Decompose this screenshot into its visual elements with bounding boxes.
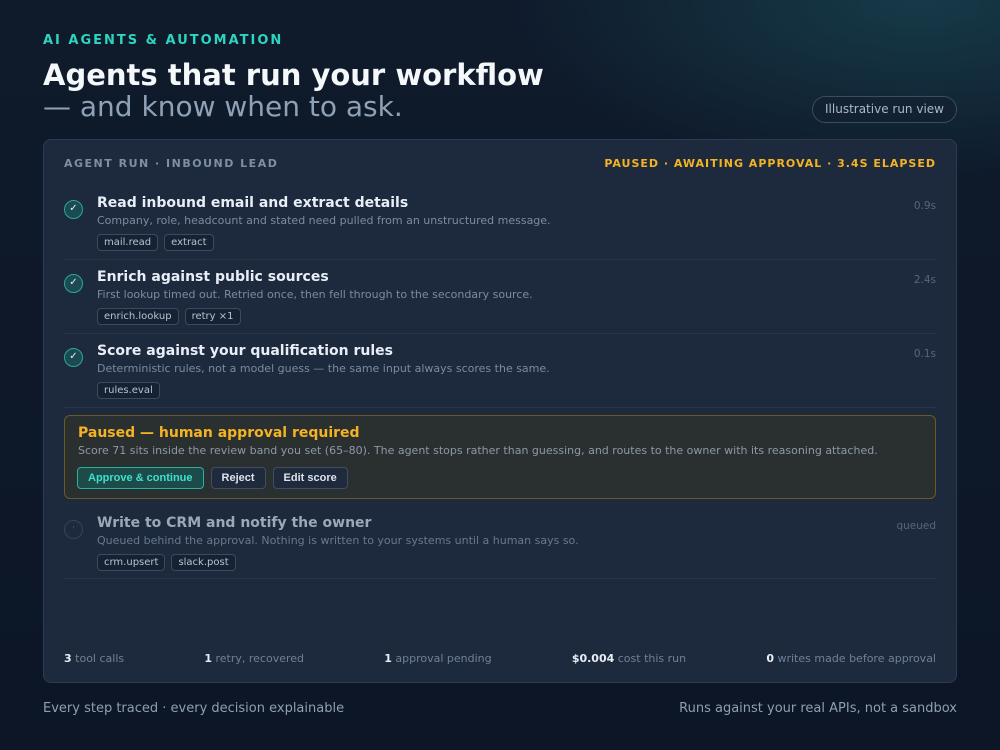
edit-score-button[interactable]: Edit score <box>272 467 348 489</box>
pending-dot-icon: · <box>64 520 83 539</box>
check-icon: ✓ <box>64 274 83 293</box>
step-title: Enrich against public sources <box>97 269 329 285</box>
step-title: Score against your qualification rules <box>97 343 393 359</box>
approval-actions: Approve & continue Reject Edit score <box>77 467 348 489</box>
stat-approvals: 1 approval pending <box>384 652 492 665</box>
page-title: Agents that run your workflow <box>43 58 544 92</box>
step-item-queued[interactable]: · Write to CRM and notify the owner Queu… <box>64 515 936 579</box>
stat-retries: 1 retry, recovered <box>204 652 305 665</box>
tool-tag: crm.upsert <box>97 554 166 571</box>
run-stats: 3 tool calls 1 retry, recovered 1 approv… <box>64 652 936 665</box>
step-item[interactable]: ✓ Read inbound email and extract details… <box>64 195 936 260</box>
run-label: AGENT RUN · INBOUND LEAD <box>64 157 279 170</box>
step-description: Company, role, headcount and stated need… <box>97 214 551 227</box>
step-tags: mail.read extract <box>97 234 214 251</box>
tool-tag: extract <box>164 234 214 251</box>
illustrative-badge: Illustrative run view <box>812 96 957 123</box>
step-tags: rules.eval <box>97 382 160 399</box>
step-title: Write to CRM and notify the owner <box>97 515 372 531</box>
step-title: Read inbound email and extract details <box>97 195 409 211</box>
stat-cost: $0.004 cost this run <box>571 652 687 665</box>
approval-title: Paused — human approval required <box>78 425 360 441</box>
step-description: First lookup timed out. Retried once, th… <box>97 288 533 301</box>
step-status: queued <box>896 520 936 532</box>
tool-tag: retry ×1 <box>184 308 241 325</box>
step-duration: 0.1s <box>913 348 936 360</box>
step-description: Deterministic rules, not a model guess —… <box>97 362 550 375</box>
step-item[interactable]: ✓ Score against your qualification rules… <box>64 343 936 408</box>
tool-tag: mail.read <box>97 234 159 251</box>
approval-description: Score 71 sits inside the review band you… <box>78 444 878 457</box>
stat-writes: 0 writes made before approval <box>766 652 936 665</box>
page-subtitle: — and know when to ask. <box>43 90 403 123</box>
footer-tagline-right: Runs against your real APIs, not a sandb… <box>679 701 957 716</box>
step-tags: crm.upsert slack.post <box>97 554 236 571</box>
step-tags: enrich.lookup retry ×1 <box>97 308 241 325</box>
reject-button[interactable]: Reject <box>210 467 266 489</box>
step-description: Queued behind the approval. Nothing is w… <box>97 534 579 547</box>
check-icon: ✓ <box>64 348 83 367</box>
step-duration: 2.4s <box>913 274 936 286</box>
approval-card: Paused — human approval required Score 7… <box>64 415 936 499</box>
agent-run-panel: AGENT RUN · INBOUND LEAD PAUSED · AWAITI… <box>43 139 957 683</box>
step-duration: 0.9s <box>913 200 936 212</box>
step-item[interactable]: ✓ Enrich against public sources First lo… <box>64 269 936 334</box>
tool-tag: enrich.lookup <box>97 308 179 325</box>
run-status: PAUSED · AWAITING APPROVAL · 3.4S ELAPSE… <box>604 157 936 170</box>
stat-tool-calls: 3 tool calls <box>64 652 125 665</box>
approve-continue-button[interactable]: Approve & continue <box>77 467 204 489</box>
check-icon: ✓ <box>64 200 83 219</box>
tool-tag: slack.post <box>171 554 236 571</box>
section-eyebrow: AI AGENTS & AUTOMATION <box>43 33 284 48</box>
footer-tagline-left: Every step traced · every decision expla… <box>43 701 345 716</box>
tool-tag: rules.eval <box>97 382 160 399</box>
